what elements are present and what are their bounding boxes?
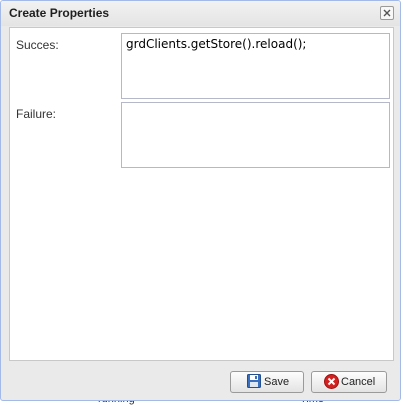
dialog-title: Create Properties: [9, 6, 110, 20]
save-button[interactable]: Save: [230, 371, 304, 393]
failure-textarea[interactable]: [121, 102, 390, 168]
floppy-disk-icon: [247, 374, 261, 388]
failure-label: Failure:: [16, 107, 57, 121]
dialog-titlebar[interactable]: Create Properties: [1, 1, 400, 26]
success-textarea[interactable]: grdClients.getStore().reload();: [121, 33, 390, 99]
form-panel: Succes: grdClients.getStore().reload(); …: [9, 27, 394, 361]
close-button[interactable]: [380, 6, 394, 20]
cancel-circle-icon: [324, 374, 339, 389]
success-label: Succes:: [16, 38, 59, 52]
create-properties-dialog: Create Properties Succes: grdClients.get…: [0, 0, 401, 401]
save-button-label: Save: [264, 376, 290, 388]
close-icon: [383, 9, 391, 17]
cancel-button[interactable]: Cancel: [311, 371, 387, 393]
cancel-button-label: Cancel: [341, 376, 376, 388]
